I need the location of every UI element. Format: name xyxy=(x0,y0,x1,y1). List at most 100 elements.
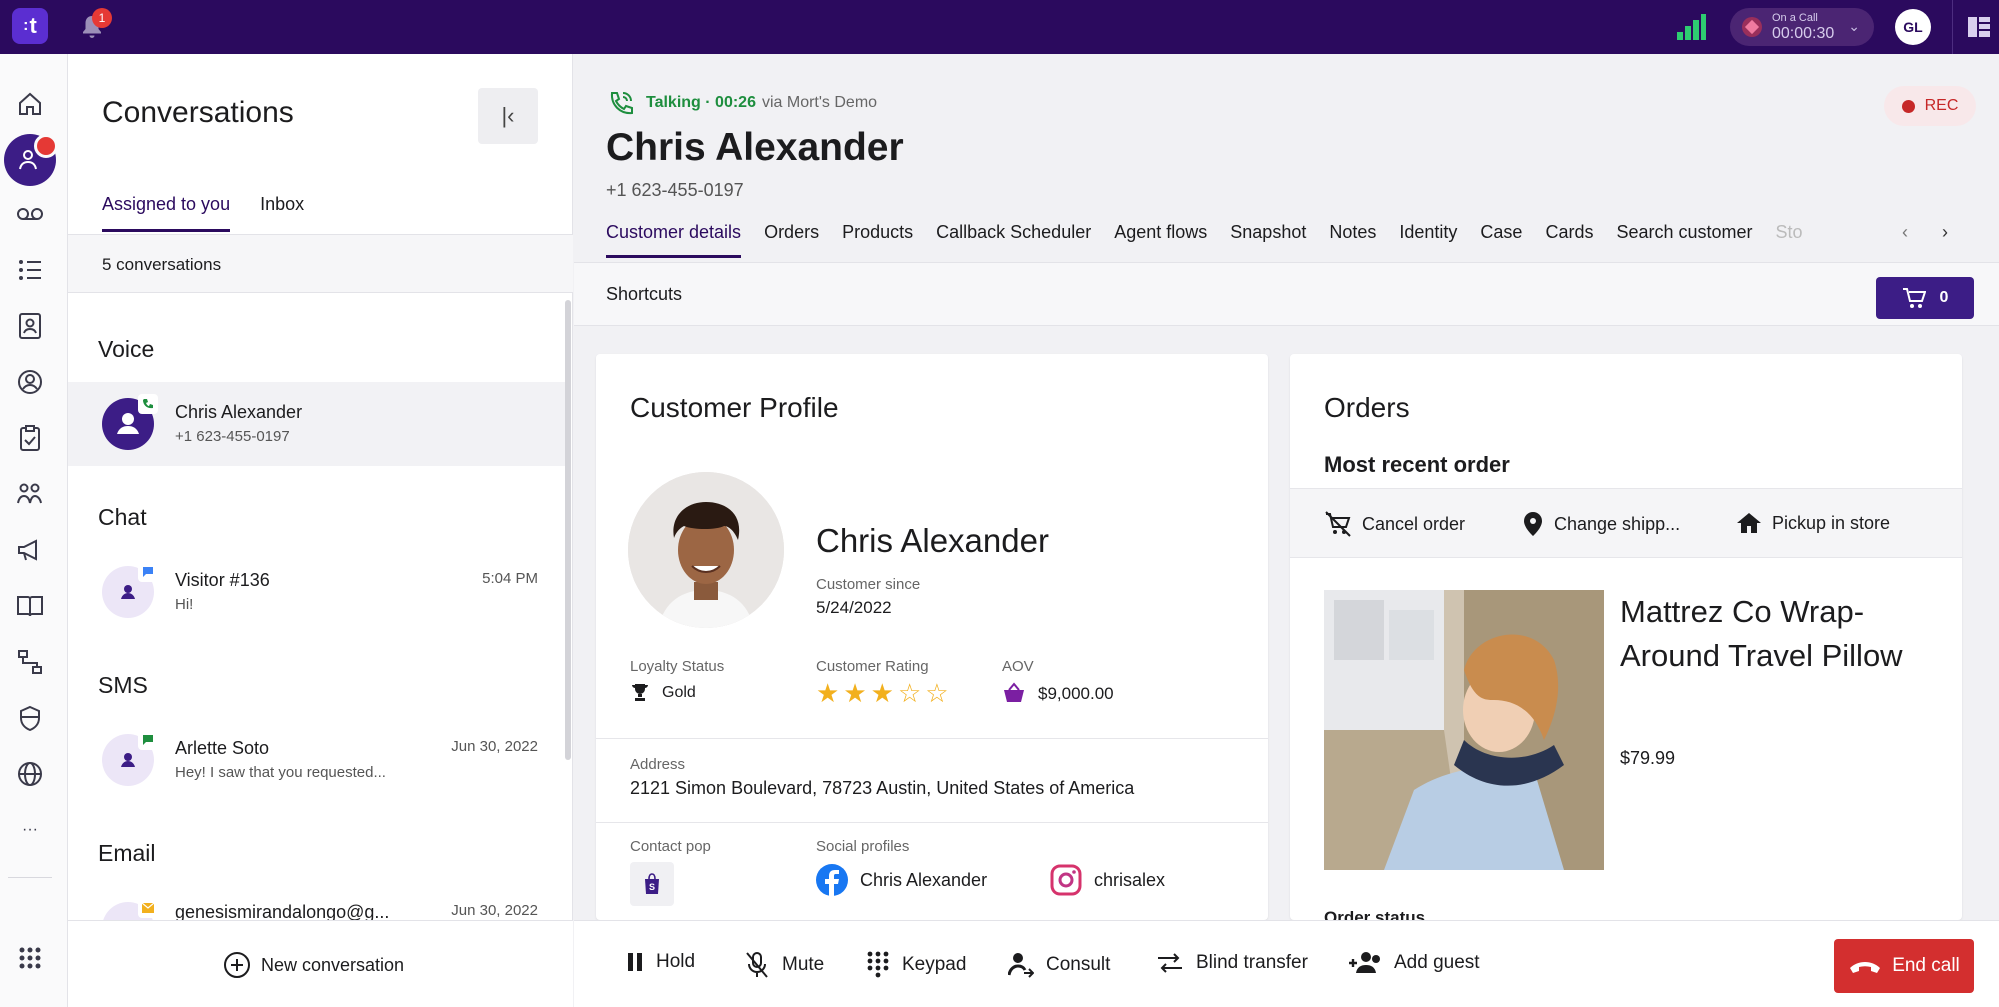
keypad-label: Keypad xyxy=(902,954,967,975)
tab-snapshot[interactable]: Snapshot xyxy=(1230,222,1306,258)
add-guest-button[interactable]: Add guest xyxy=(1348,951,1480,975)
tab-search-customer[interactable]: Search customer xyxy=(1616,222,1752,258)
list-item[interactable]: genesismirandalongo@g... Jun 30, 2022 xyxy=(68,886,568,920)
star-empty-icon: ☆ xyxy=(925,678,949,708)
megaphone-icon[interactable] xyxy=(14,534,46,566)
svg-text:S: S xyxy=(649,882,655,892)
conversation-count: 5 conversations xyxy=(102,255,222,274)
star-filled-icon: ★ xyxy=(870,678,894,708)
conversation-name: Visitor #136 xyxy=(175,570,270,590)
tab-case[interactable]: Case xyxy=(1480,222,1522,258)
tab-customer-details[interactable]: Customer details xyxy=(606,222,742,258)
instagram-handle: chrisalex xyxy=(1094,869,1166,890)
globe-icon[interactable] xyxy=(14,758,46,790)
customer-phone: +1 623-455-0197 xyxy=(606,180,744,200)
loyalty-label: Loyalty Status xyxy=(630,658,725,675)
list-item[interactable]: Visitor #136 Hi! 5:04 PM xyxy=(68,550,568,634)
instagram-link[interactable]: chrisalex xyxy=(1050,864,1165,896)
email-channel-icon xyxy=(138,898,158,918)
home-store-icon xyxy=(1737,513,1761,533)
list-item[interactable]: Arlette Soto Hey! I saw that you request… xyxy=(68,718,568,802)
customer-profile-card: Customer Profile Chris Alexander Custome… xyxy=(596,354,1268,920)
list-icon[interactable] xyxy=(14,254,46,286)
keypad-button[interactable]: Keypad xyxy=(866,951,966,979)
apps-grid-icon[interactable] xyxy=(14,942,46,974)
flow-icon[interactable] xyxy=(14,646,46,678)
new-conversation-button[interactable]: New conversation xyxy=(223,951,404,979)
app-logo[interactable]: :t xyxy=(12,8,48,44)
notification-badge: 1 xyxy=(92,8,112,28)
home-icon[interactable] xyxy=(14,88,46,120)
call-status-text: Talking · 00:26 xyxy=(646,94,756,111)
transfer-arrows-icon xyxy=(1158,953,1182,973)
on-call-status[interactable]: On a Call 00:00:30 ⌄ xyxy=(1730,8,1874,46)
call-status-icon xyxy=(1742,17,1762,37)
sms-channel-icon xyxy=(138,730,158,750)
cart-icon xyxy=(1902,288,1926,308)
conversations-panel: Conversations |‹ Assigned to you Inbox 5… xyxy=(68,54,573,1007)
hold-button[interactable]: Hold xyxy=(626,951,695,973)
consult-icon xyxy=(1008,953,1034,978)
recording-button[interactable]: REC xyxy=(1884,86,1976,126)
customer-name: Chris Alexander xyxy=(606,126,904,169)
tab-orders[interactable]: Orders xyxy=(764,222,819,258)
cancel-order-label: Cancel order xyxy=(1362,513,1466,534)
shield-icon[interactable] xyxy=(14,702,46,734)
tab-identity[interactable]: Identity xyxy=(1399,222,1457,258)
user-avatar[interactable]: GL xyxy=(1895,9,1931,45)
collapse-panel-button[interactable]: |‹ xyxy=(478,88,538,144)
rating-label: Customer Rating xyxy=(816,658,929,675)
chevron-left-icon[interactable]: ‹ xyxy=(1902,222,1908,242)
book-icon[interactable] xyxy=(14,590,46,622)
call-status: Talking · 00:26 via Mort's Demo xyxy=(608,90,877,116)
phone-channel-icon xyxy=(138,394,158,414)
address-label: Address xyxy=(630,756,686,773)
tab-scroll-arrows: ‹ › xyxy=(1902,222,1982,243)
tab-assigned-to-you[interactable]: Assigned to you xyxy=(102,194,231,232)
main-content: Talking · 00:26 via Mort's Demo Chris Al… xyxy=(574,54,1999,920)
keypad-icon xyxy=(867,951,889,978)
more-icon[interactable]: ··· xyxy=(14,814,46,846)
divider xyxy=(8,877,52,878)
tab-callback-scheduler[interactable]: Callback Scheduler xyxy=(936,222,1091,258)
aov-value: $9,000.00 xyxy=(1038,684,1114,703)
product-image xyxy=(1324,590,1604,870)
consult-button[interactable]: Consult xyxy=(1008,951,1110,979)
contacts-icon[interactable] xyxy=(14,310,46,342)
tab-agent-flows[interactable]: Agent flows xyxy=(1114,222,1207,258)
facebook-name: Chris Alexander xyxy=(860,869,988,890)
star-filled-icon: ★ xyxy=(816,678,840,708)
profile-name: Chris Alexander xyxy=(816,522,1049,559)
scrollbar[interactable] xyxy=(565,300,571,760)
tab-inbox[interactable]: Inbox xyxy=(260,194,304,232)
consult-label: Consult xyxy=(1046,954,1111,975)
pickup-in-store-button[interactable]: Pickup in store xyxy=(1736,511,1890,535)
tab-products[interactable]: Products xyxy=(842,222,913,258)
clipboard-icon[interactable] xyxy=(14,422,46,454)
voicemail-icon[interactable] xyxy=(14,198,46,230)
cart-button[interactable]: 0 xyxy=(1876,277,1974,319)
panels-icon[interactable] xyxy=(1968,16,1990,38)
divider xyxy=(1952,0,1953,54)
blind-transfer-button[interactable]: Blind transfer xyxy=(1156,951,1308,975)
mute-button[interactable]: Mute xyxy=(744,951,824,979)
cancel-order-button[interactable]: Cancel order xyxy=(1324,511,1465,537)
chevron-right-icon[interactable]: › xyxy=(1942,222,1948,242)
cart-count: 0 xyxy=(1939,289,1949,306)
list-item[interactable]: Chris Alexander +1 623-455-0197 xyxy=(68,382,568,466)
conversation-time: Jun 30, 2022 xyxy=(451,902,538,919)
tab-store[interactable]: Sto xyxy=(1776,222,1803,258)
change-shipping-button[interactable]: Change shipp... xyxy=(1522,511,1680,537)
end-call-button[interactable]: End call xyxy=(1834,939,1974,993)
logo-text: t xyxy=(29,13,37,38)
tab-cards[interactable]: Cards xyxy=(1545,222,1593,258)
top-bar: :t 1 On a Call 00:00:30 ⌄ GL xyxy=(0,0,1999,54)
shopify-button[interactable]: S xyxy=(630,862,674,906)
new-conversation-label: New conversation xyxy=(261,954,405,975)
facebook-link[interactable]: Chris Alexander xyxy=(816,864,987,896)
profile-circle-icon[interactable] xyxy=(14,366,46,398)
team-icon[interactable] xyxy=(14,478,46,510)
call-via: via Mort's Demo xyxy=(761,94,878,111)
call-controls-bar: Hold Mute Keypad Consult Blind transfer … xyxy=(574,920,1999,1007)
tab-notes[interactable]: Notes xyxy=(1329,222,1376,258)
